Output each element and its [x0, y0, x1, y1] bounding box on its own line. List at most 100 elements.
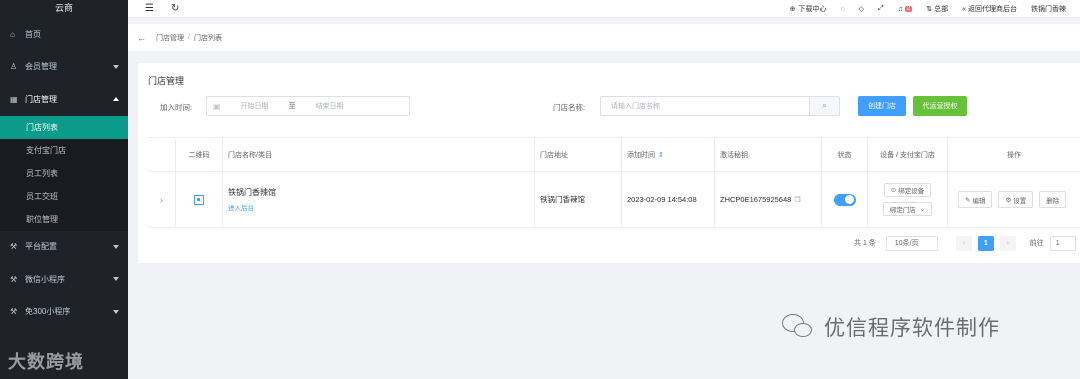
page-number-current[interactable]: 1 [977, 235, 994, 251]
refresh-icon[interactable]: ↻ [171, 3, 179, 14]
prev-page-button[interactable]: ‹ [955, 235, 972, 251]
chevron-down-icon [113, 277, 119, 282]
bind-device-button[interactable]: ⊙ 绑定设备 [883, 183, 932, 197]
menu-fold-icon[interactable]: ☰ [145, 3, 154, 14]
store-name-label: 门店名称: [553, 103, 586, 112]
skin-icon[interactable]: ◌ [840, 6, 844, 13]
search-icon[interactable]: ⌕ [809, 97, 839, 115]
enter-backend-link[interactable]: 进入后台 [228, 202, 254, 212]
next-page-button[interactable]: › [999, 235, 1016, 251]
sidebar-item-stores[interactable]: ▦ 门店管理 [0, 83, 128, 116]
breadcrumb-item[interactable]: 门店管理 [156, 33, 184, 43]
chevron-right-icon: › [160, 194, 163, 205]
sidebar-subitem-alipay-store[interactable]: 支付宝门店 [0, 138, 128, 162]
page-title: 门店管理 [148, 76, 185, 86]
sidebar-item-label: 免300小程序 [25, 307, 71, 317]
agent-auth-button[interactable]: 代运营授权 [913, 96, 967, 116]
settings-button[interactable]: ⚙ 设置 [998, 191, 1034, 208]
store-name-search[interactable]: 请输入门店名称 ⌕ [600, 96, 840, 116]
chevron-up-icon [113, 97, 119, 102]
sidebar-item-label: 首页 [25, 29, 41, 39]
download-center-link[interactable]: ⊕ 下载中心 [790, 4, 827, 14]
create-store-button[interactable]: 创建门店 [858, 96, 906, 116]
settings-label: 设置 [1013, 197, 1027, 205]
hq-link[interactable]: ⇅ 总部 [926, 4, 948, 14]
added-time: 2023-02-09 14:54:08 [622, 172, 715, 227]
gear-icon: ⚙ [1005, 196, 1012, 204]
store-name-input[interactable]: 请输入门店名称 [611, 101, 809, 111]
sidebar-item-members[interactable]: ♙ 会员管理 [0, 51, 128, 84]
expand-row-button[interactable]: › [148, 172, 176, 227]
copy-icon[interactable]: ❐ [794, 196, 800, 204]
expand-column-header [148, 138, 176, 171]
qrcode-cell[interactable] [176, 172, 223, 227]
edit-icon: ✎ [965, 196, 971, 204]
sidebar-item-free-miniprogram[interactable]: ⚒ 免300小程序 [0, 296, 128, 329]
sidebar-item-label: 平台配置 [25, 242, 57, 252]
bind-store-label: 绑定门店 [889, 207, 916, 214]
back-to-agent-link[interactable]: « 返回代理商后台 [962, 4, 1017, 14]
sidebar-subitem-positions[interactable]: 职位管理 [0, 207, 128, 231]
watermark-text: 优信程序软件制作 [824, 317, 1000, 340]
store-management-card: 门店管理 加入时间: ▣ 开始日期 至 结束日期 门店名称: 请输入门店名称 ⌕… [138, 63, 1080, 263]
sidebar-item-home[interactable]: ⌂ 首页 [0, 18, 128, 51]
status-toggle[interactable] [833, 193, 856, 206]
notification-button[interactable]: ♫ 2 [898, 6, 913, 13]
edit-label: 编辑 [972, 197, 986, 205]
sidebar-item-label: 微信小程序 [25, 274, 65, 284]
activation-key-cell: ZHCP0E1675925648 ❐ [715, 172, 822, 227]
breadcrumb-current: 门店列表 [193, 34, 222, 42]
sidebar: 云商 ⌂ 首页 ♙ 会员管理 ▦ 门店管理 门店列表 支付宝门店 员工列表 员工… [0, 0, 128, 379]
chevron-down-icon [113, 309, 119, 314]
end-date-input[interactable]: 结束日期 [316, 101, 344, 111]
sidebar-subitem-store-list[interactable]: 门店列表 [0, 115, 128, 139]
gear-icon: ⊙ [890, 187, 897, 194]
column-header: 操作 [1007, 151, 1021, 159]
goto-label: 前往 [1029, 240, 1044, 247]
start-date-input[interactable]: 开始日期 [241, 101, 269, 111]
goto-page-input[interactable]: 1 [1049, 235, 1076, 251]
watermark-logo: 大数跨境 [8, 352, 84, 372]
tag-icon[interactable]: ◇ [859, 5, 864, 13]
status-cell [822, 172, 868, 227]
download-icon: ⊕ [789, 6, 796, 13]
column-header: 门店地址 [535, 138, 622, 171]
breadcrumb: ← 门店管理 / 门店列表 [128, 24, 1080, 51]
calendar-icon: ▣ [213, 101, 221, 111]
topbar: ☰ ↻ ⊕ 下载中心 ◌ ◇ ⤢ ♫ 2 ⇅ 总部 « 返回代理商后台 铁锅门香… [128, 0, 1080, 18]
page-size-select[interactable]: 10条/页 [885, 235, 938, 251]
sidebar-item-label: 门店管理 [25, 94, 57, 104]
pagination-total: 共 1 条 [854, 240, 876, 247]
brand-title: 云商 [54, 3, 73, 13]
bind-device-label: 绑定设备 [898, 188, 925, 195]
double-left-icon: « [962, 5, 966, 13]
home-icon: ⌂ [10, 29, 15, 39]
qrcode-icon[interactable] [194, 194, 204, 205]
date-range-picker[interactable]: ▣ 开始日期 至 结束日期 [206, 96, 410, 116]
sidebar-item-platform-config[interactable]: ⚒ 平台配置 [0, 231, 128, 264]
bell-icon: ♫ [897, 5, 903, 13]
sidebar-item-wechat-miniprogram[interactable]: ⚒ 微信小程序 [0, 263, 128, 296]
add-time-label: 加入时间: [160, 103, 193, 112]
user-menu[interactable]: 铁锅门香辣 [1031, 4, 1066, 14]
column-header: 状态 [822, 138, 868, 171]
column-header: 激活秘钥 [715, 138, 822, 171]
store-table: 二维码 门店名称/类目 门店地址 添加时间 ⇕ 激活秘钥 状态 设备 / 支付宝… [148, 137, 1080, 229]
bind-store-dropdown[interactable]: 绑定门店 ⌄ [882, 202, 933, 216]
sidebar-subitem-staff-list[interactable]: 员工列表 [0, 161, 128, 185]
table-header: 二维码 门店名称/类目 门店地址 添加时间 ⇕ 激活秘钥 状态 设备 / 支付宝… [148, 138, 1080, 172]
fullscreen-icon[interactable]: ⤢ [878, 5, 884, 13]
sort-icon[interactable]: ⇕ [658, 151, 664, 159]
edit-button[interactable]: ✎ 编辑 [958, 191, 993, 208]
column-header-sortable[interactable]: 添加时间 ⇕ [622, 138, 715, 171]
sidebar-subitem-staff-shift[interactable]: 员工交班 [0, 184, 128, 208]
store-icon: ▦ [10, 94, 18, 104]
store-name-cell: 铁锅门香辣馆 进入后台 [223, 172, 535, 227]
delete-button[interactable]: 删除 [1039, 191, 1067, 208]
back-arrow-icon[interactable]: ← [137, 33, 146, 43]
download-center-label: 下载中心 [798, 6, 827, 13]
notification-badge: 2 [904, 6, 913, 12]
activation-key: ZHCP0E1675925648 [720, 195, 792, 204]
tools-icon: ⚒ [10, 242, 18, 252]
hq-label: 总部 [934, 6, 949, 13]
